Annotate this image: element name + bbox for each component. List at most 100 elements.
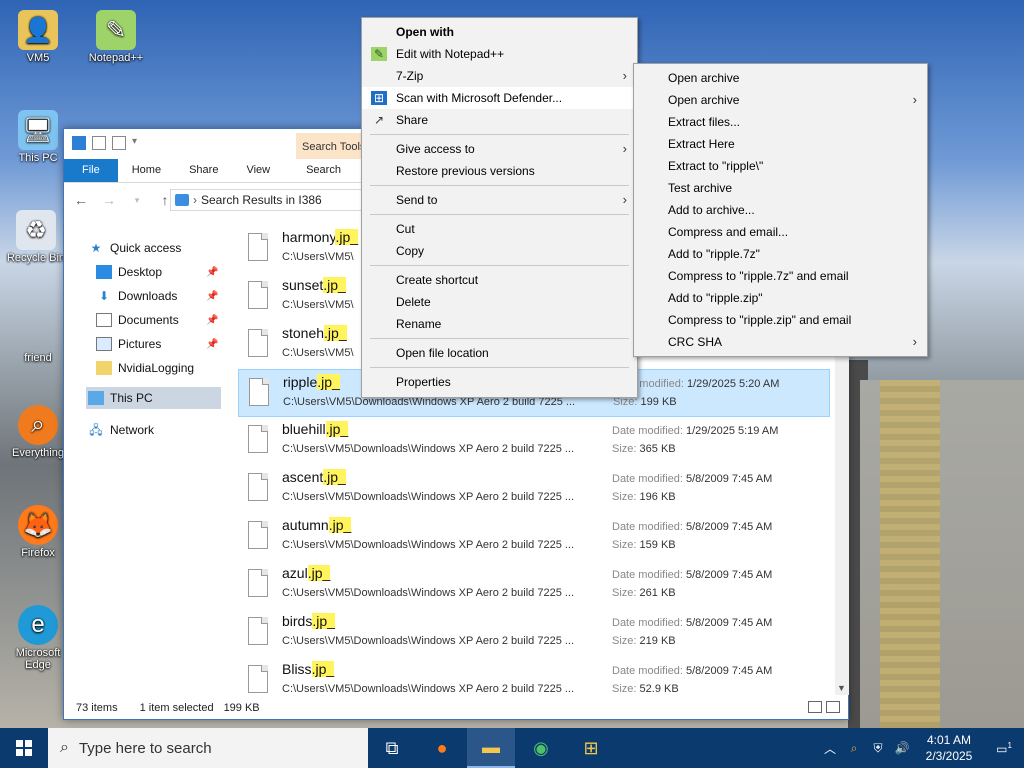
tab-share[interactable]: Share — [175, 159, 232, 182]
start-button[interactable] — [0, 728, 48, 768]
file-date: Date modified: 5/8/2009 7:45 AM — [612, 665, 773, 677]
zip-item-extract-files[interactable]: Extract files... — [634, 111, 927, 133]
menu-item-open-with[interactable]: Open with — [362, 21, 637, 43]
tab-home[interactable]: Home — [118, 159, 175, 182]
nav-desktop[interactable]: Desktop 📌 — [96, 261, 234, 283]
pictures-icon — [96, 337, 112, 351]
pin-icon: 📌 — [206, 338, 219, 350]
large-icons-view-icon[interactable] — [826, 701, 840, 713]
breadcrumb-chevron-icon: › — [193, 193, 197, 207]
defender-tray-icon[interactable]: ⛨ — [866, 741, 890, 756]
view-buttons — [808, 701, 840, 713]
desktop-icon-vm5[interactable]: 👤 VM5 — [2, 10, 74, 64]
menu-item-cut[interactable]: Cut — [362, 218, 637, 240]
notification-icon[interactable]: ▭1 — [984, 741, 1024, 756]
address-bar[interactable]: › Search Results in I386 — [170, 189, 362, 211]
menu-item-delete[interactable]: Delete — [362, 291, 637, 313]
menu-item-7-zip[interactable]: 7-Zip › — [362, 65, 637, 87]
file-icon — [248, 281, 268, 309]
zip-item-compress-and-email[interactable]: Compress and email... — [634, 221, 927, 243]
folder-icon[interactable] — [72, 136, 86, 150]
zip-item-extract-here[interactable]: Extract Here — [634, 133, 927, 155]
zip-item-open-archive[interactable]: Open archive › — [634, 89, 927, 111]
file-row[interactable]: birds.jp_ C:\Users\VM5\Downloads\Windows … — [238, 609, 830, 657]
menu-item-share[interactable]: ↗ Share — [362, 109, 637, 131]
desktop-icon-recycle-bin[interactable]: ♻ Recycle Bin — [0, 210, 72, 264]
qat-dropdown-icon[interactable]: ▾ — [132, 136, 146, 150]
zip-item-add-to-ripple-7z[interactable]: Add to "ripple.7z" — [634, 243, 927, 265]
volume-icon[interactable]: 🔊 — [890, 741, 914, 755]
task-view-icon: ⧉ — [385, 737, 399, 758]
zip-item-compress-to-ripple-7z-and-email[interactable]: Compress to "ripple.7z" and email — [634, 265, 927, 287]
tab-file[interactable]: File — [64, 159, 118, 182]
nav-quick-access[interactable]: ★ Quick access — [88, 237, 182, 259]
notification-count: 1 — [1007, 740, 1012, 750]
file-date: Date modified: 5/8/2009 7:45 AM — [612, 569, 773, 581]
file-row[interactable]: autumn.jp_ C:\Users\VM5\Downloads\Windows… — [238, 513, 830, 561]
scroll-down-icon[interactable]: ▼ — [837, 683, 846, 693]
menu-item-scan-with-microsoft-defender[interactable]: ⊞ Scan with Microsoft Defender... — [362, 87, 637, 109]
tray-chevron-icon[interactable]: ︿ — [818, 740, 842, 757]
zip-item-add-to-ripple-zip[interactable]: Add to "ripple.zip" — [634, 287, 927, 309]
file-icon — [248, 329, 268, 357]
7zip-submenu: Open archive Open archive › Extract files..… — [633, 63, 928, 357]
zip-item-test-archive[interactable]: Test archive — [634, 177, 927, 199]
menu-item-copy[interactable]: Copy — [362, 240, 637, 262]
nav-this-pc[interactable]: This PC — [86, 387, 221, 409]
desktop-icon-notepadpp[interactable]: ✎ Notepad++ — [80, 10, 152, 64]
nav-pictures[interactable]: Pictures 📌 — [96, 333, 234, 355]
forward-arrow-icon[interactable]: → — [100, 192, 118, 208]
zip-item-add-to-archive[interactable]: Add to archive... — [634, 199, 927, 221]
file-row[interactable]: ascent.jp_ C:\Users\VM5\Downloads\Windows… — [238, 465, 830, 513]
file-icon — [248, 425, 268, 453]
menu-item-edit-with-notepad[interactable]: ✎ Edit with Notepad++ — [362, 43, 637, 65]
search-tools-tab[interactable]: Search Tools — [296, 133, 366, 159]
folder-icon — [96, 361, 112, 375]
network-icon: 🖧 — [89, 423, 103, 437]
back-arrow-icon[interactable]: ← — [72, 192, 90, 208]
address-text: Search Results in I386 — [201, 193, 322, 207]
details-view-icon[interactable] — [808, 701, 822, 713]
menu-item-create-shortcut[interactable]: Create shortcut — [362, 269, 637, 291]
nav-network[interactable]: 🖧 Network — [88, 419, 154, 441]
file-icon — [248, 233, 268, 261]
menu-item-properties[interactable]: Properties — [362, 371, 637, 393]
nav-documents[interactable]: Documents 📌 — [96, 309, 234, 331]
taskbar-app-network[interactable]: ⊞ — [567, 728, 615, 768]
task-view-button[interactable]: ⧉ — [368, 728, 416, 768]
search-icon: ⌕ — [60, 739, 69, 756]
clock-time: 4:01 AM — [926, 733, 972, 747]
search-folder-icon — [175, 194, 189, 206]
menu-item-send-to[interactable]: Send to › — [362, 189, 637, 211]
nav-nvidialogging[interactable]: NvidiaLogging — [96, 357, 194, 379]
tab-view[interactable]: View — [232, 159, 284, 182]
defender-icon: ⊞ — [371, 91, 387, 105]
zip-item-extract-to-ripple[interactable]: Extract to "ripple\" — [634, 155, 927, 177]
zip-item-crc-sha[interactable]: CRC SHA › — [634, 331, 927, 353]
recent-chevron-icon[interactable]: ▾ — [128, 195, 146, 206]
file-row[interactable]: Bliss.jp_ C:\Users\VM5\Downloads\Windows … — [238, 657, 830, 695]
clock[interactable]: 4:01 AM 2/3/2025 — [914, 732, 984, 764]
submenu-arrow-icon: › — [912, 92, 917, 107]
taskbar-app-globe[interactable]: ◉ — [517, 728, 565, 768]
properties-icon[interactable] — [92, 136, 106, 150]
menu-item-rename[interactable]: Rename — [362, 313, 637, 335]
file-icon — [249, 378, 269, 406]
file-row[interactable]: azul.jp_ C:\Users\VM5\Downloads\Windows X… — [238, 561, 830, 609]
taskbar-search-box[interactable]: ⌕ Type here to search — [48, 728, 368, 768]
menu-item-open-file-location[interactable]: Open file location — [362, 342, 637, 364]
menu-item-restore-previous-versions[interactable]: Restore previous versions — [362, 160, 637, 182]
new-folder-icon[interactable] — [112, 136, 126, 150]
file-row[interactable]: bluehill.jp_ C:\Users\VM5\Downloads\Windo… — [238, 417, 830, 465]
menu-item-give-access-to[interactable]: Give access to › — [362, 138, 637, 160]
zip-item-compress-to-ripple-zip-and-email[interactable]: Compress to "ripple.zip" and email — [634, 309, 927, 331]
zip-item-open-archive[interactable]: Open archive — [634, 67, 927, 89]
taskbar-file-explorer[interactable]: ▬ — [467, 728, 515, 768]
taskbar-firefox[interactable]: ● — [418, 728, 466, 768]
file-explorer-icon: ▬ — [482, 736, 500, 757]
tab-search[interactable]: Search — [292, 159, 355, 182]
tray-search-app-icon[interactable]: ⌕ — [842, 741, 866, 756]
nav-downloads[interactable]: ⬇ Downloads 📌 — [96, 285, 234, 307]
file-name: bluehill.jp_ — [282, 421, 349, 437]
network-app-icon: ⊞ — [583, 737, 599, 758]
